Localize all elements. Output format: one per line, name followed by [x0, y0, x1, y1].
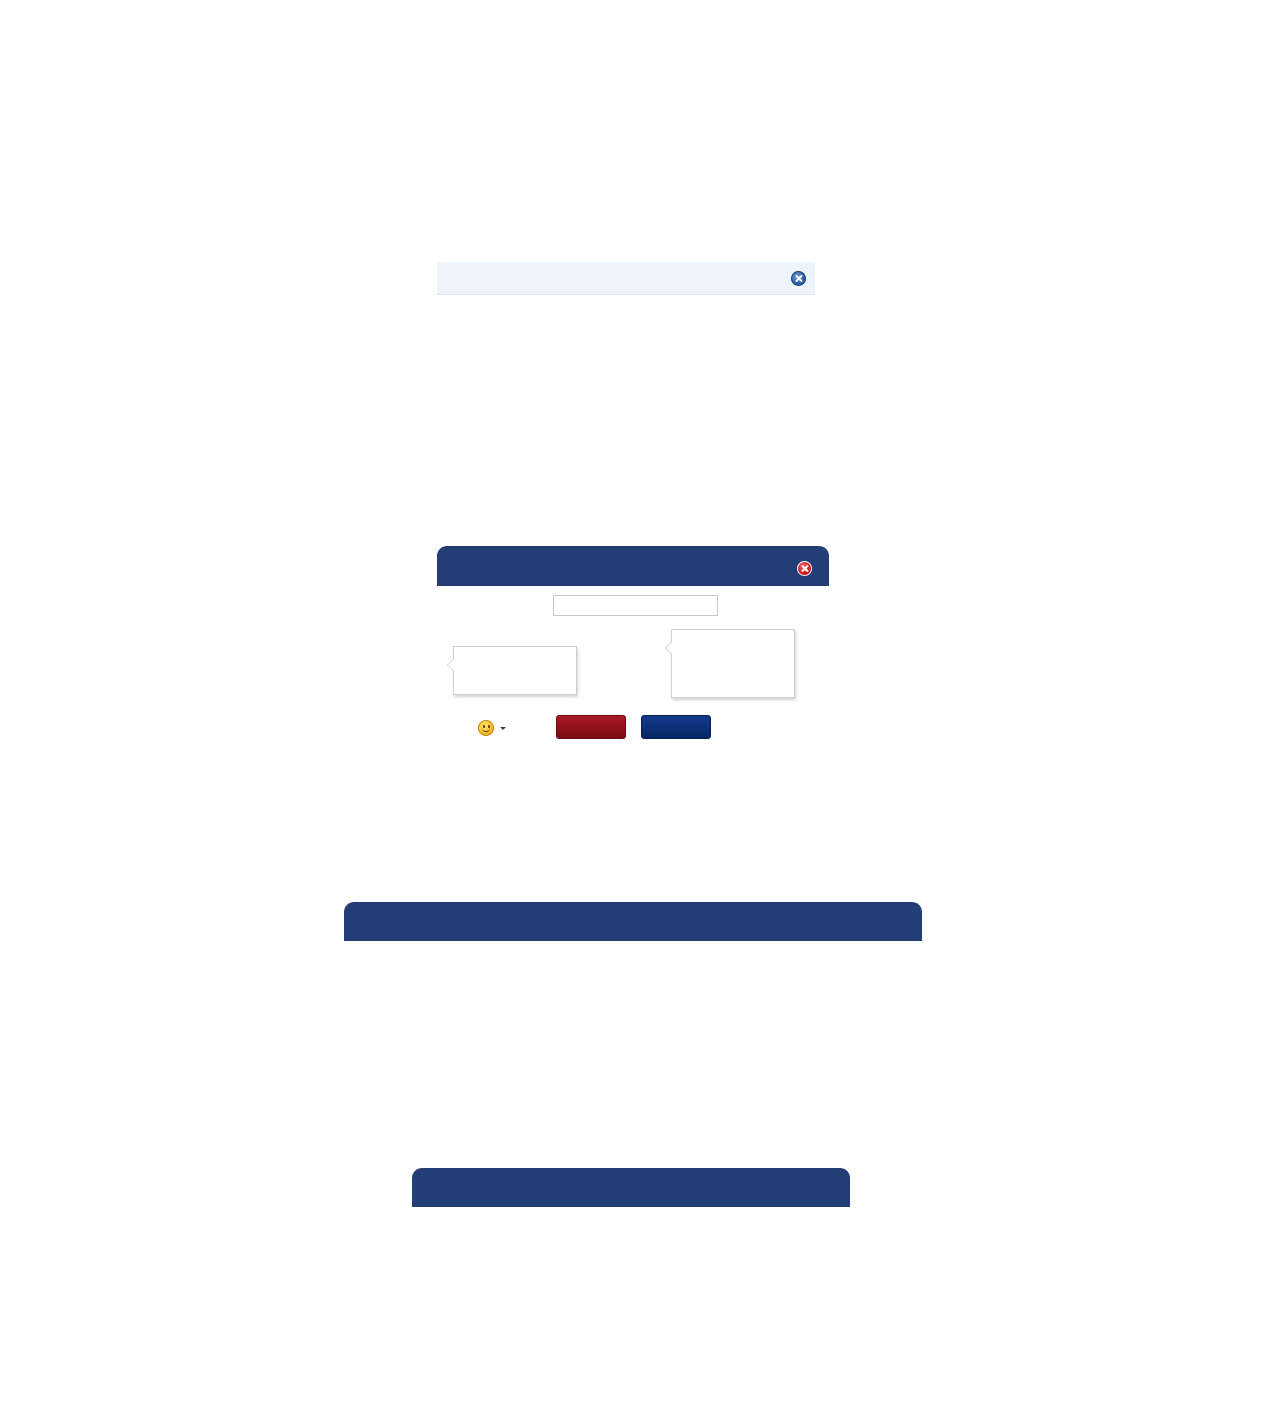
- blue-action-button[interactable]: [641, 715, 711, 739]
- x-glyph: [801, 565, 808, 572]
- smiley-icon: [478, 720, 494, 736]
- close-icon[interactable]: [791, 271, 806, 286]
- caret-down-icon: [500, 726, 506, 730]
- close-icon[interactable]: [797, 561, 812, 576]
- panel-header-wide: [344, 902, 922, 941]
- notice-bar: [437, 262, 815, 295]
- x-glyph: [795, 275, 802, 282]
- dialog-header: [437, 546, 829, 586]
- dialog-text-input[interactable]: [553, 595, 718, 616]
- tooltip-bubble-right: [665, 629, 795, 698]
- red-action-button[interactable]: [556, 715, 626, 739]
- emoji-picker[interactable]: [478, 719, 508, 737]
- tooltip-bubble-left: [447, 646, 577, 695]
- panel-header-mid: [412, 1168, 850, 1207]
